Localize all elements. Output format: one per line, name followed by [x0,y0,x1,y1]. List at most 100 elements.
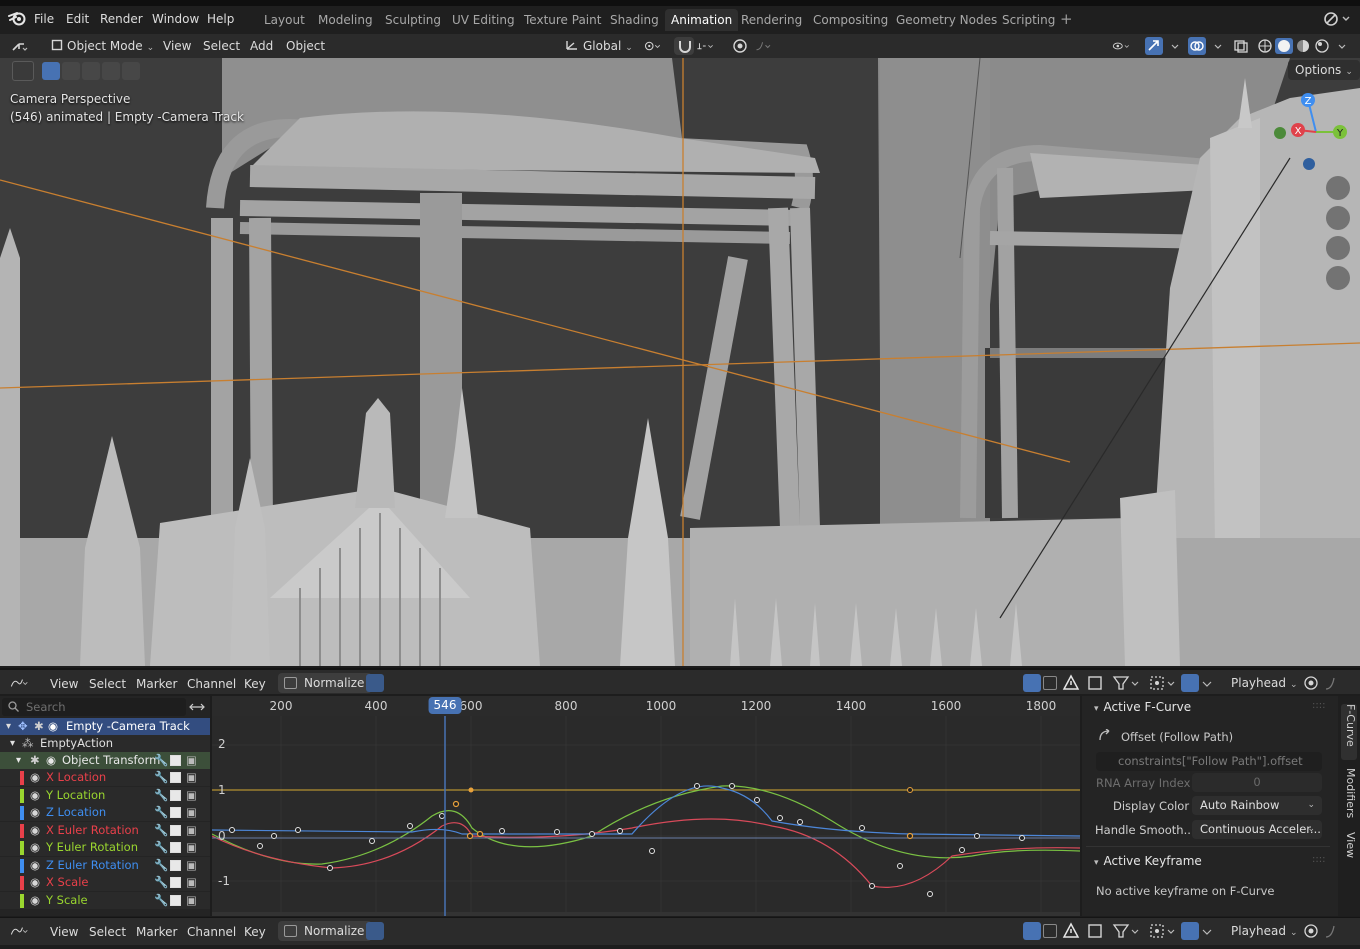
channel-group-row[interactable]: ▾ ✱ ◉ Object Transform 🔧 ▣ [0,752,210,769]
checkbox-icon[interactable] [170,824,181,836]
fcurve-canvas[interactable] [212,716,1080,916]
only-selected-icon[interactable] [1023,674,1041,692]
fcurve-channel-row[interactable]: ◉ X Scale 🔧 ▣ [0,874,210,891]
lock-icon[interactable]: ▣ [186,787,197,804]
graph2-menu-channel[interactable]: Channel [183,923,240,942]
pivot-icon[interactable] [1148,674,1176,692]
offset-keyframe[interactable] [468,787,474,793]
lock-icon[interactable]: ▣ [186,857,197,874]
shading-solid-icon[interactable] [1275,38,1293,54]
graph2-menu-key[interactable]: Key [240,923,270,942]
wrench-icon[interactable]: 🔧 [154,804,168,821]
auto-snap-dropdown-icon[interactable] [1200,674,1214,692]
current-frame-indicator[interactable]: 546 [428,697,462,714]
visibility-eye-icon[interactable] [1112,38,1130,54]
auto-snap-toggle[interactable] [1181,674,1199,692]
perspective-toggle-icon[interactable] [1326,266,1350,290]
gizmo-dropdown-icon[interactable] [1166,38,1184,54]
zoom-icon[interactable] [1326,176,1350,200]
offset-keyframe[interactable] [907,787,913,793]
tab-texture-paint[interactable]: Texture Paint [518,9,607,31]
select-subtract-icon[interactable] [82,62,100,80]
menu-render[interactable]: Render [100,12,143,26]
eye-icon[interactable]: ◉ [46,752,56,769]
eye-icon[interactable]: ◉ [30,892,40,909]
expand-arrow-icon[interactable]: ▾ [10,735,15,752]
graph2-menu-select[interactable]: Select [85,923,130,942]
tab-geometry-nodes[interactable]: Geometry Nodes [890,9,1003,31]
eye-icon[interactable]: ◉ [30,804,40,821]
tab-compositing[interactable]: Compositing [807,9,894,31]
checkbox-icon[interactable] [170,842,181,853]
panel-grip-icon[interactable]: :::: [1312,700,1325,711]
wrench-icon[interactable]: 🔧 [154,822,168,839]
checkbox-icon[interactable] [170,877,181,888]
eye-icon[interactable]: ◉ [30,769,40,786]
lock-icon[interactable]: ▣ [186,752,197,769]
lock-icon[interactable]: ▣ [186,769,197,786]
select-invert-icon[interactable] [102,62,120,80]
select-box-tool-icon[interactable] [12,61,34,81]
tab-animation[interactable]: Animation [665,9,739,31]
graph-menu-view[interactable]: View [46,675,82,694]
select-new-icon[interactable] [42,62,60,80]
expand-arrow-icon[interactable]: ▾ [6,718,11,735]
graph-menu-marker[interactable]: Marker [132,675,181,694]
wrench-icon[interactable]: 🔧 [154,769,168,786]
checkbox-icon[interactable] [170,789,181,801]
snap-target-icon[interactable] [696,38,714,54]
lock-icon[interactable]: ▣ [186,804,197,821]
shading-wireframe-icon[interactable] [1256,38,1274,54]
overlays-dropdown-icon[interactable] [1209,38,1227,54]
falloff-icon[interactable] [755,38,773,54]
auto-normalize-icon[interactable] [366,674,384,692]
lock-icon[interactable]: ▣ [186,839,197,856]
proportional-edit-graph-icon[interactable] [1302,922,1320,940]
graph-editor-type-icon[interactable] [10,922,28,940]
menu-help[interactable]: Help [207,12,234,26]
filter-icon[interactable] [1112,674,1140,692]
eye-icon[interactable]: ◉ [30,857,40,874]
tab-scripting[interactable]: Scripting [996,9,1061,31]
select-extend-icon[interactable] [62,62,80,80]
wrench-icon[interactable]: 🔧 [154,787,168,804]
blender-logo-icon[interactable] [8,10,26,26]
view-frame-icon[interactable] [1086,922,1104,940]
wrench-icon[interactable]: 🔧 [154,752,168,769]
viewport-menu-view[interactable]: View [158,37,196,56]
tab-shading[interactable]: Shading [604,9,665,31]
display-color-dropdown[interactable]: Auto Rainbow ⌄ [1192,796,1322,815]
eye-icon[interactable]: ◉ [48,718,58,735]
auto-normalize-icon[interactable] [366,922,384,940]
3d-viewport[interactable]: Options ⌄ Camera Perspective (546) animat… [0,58,1360,666]
graph-menu-select[interactable]: Select [85,675,130,694]
camera-view-icon[interactable] [1326,236,1350,260]
wrench-icon[interactable]: 🔧 [154,857,168,874]
tab-rendering[interactable]: Rendering [735,9,808,31]
keyframe-points[interactable] [229,783,1025,897]
viewport-menu-select[interactable]: Select [198,37,245,56]
tab-sculpting[interactable]: Sculpting [379,9,447,31]
wrench-icon[interactable]: 🔧 [154,874,168,891]
graph-editor-type-icon[interactable] [10,674,28,692]
graph-menu-key[interactable]: Key [240,675,270,694]
handle-smoothing-dropdown[interactable]: Continuous Acceler... ⌄ [1192,820,1322,839]
view-frame-icon[interactable] [1086,674,1104,692]
fcurve-channel-row[interactable]: ◉ Y Scale 🔧 ▣ [0,891,210,909]
lock-icon[interactable]: ▣ [186,822,197,839]
data-path-field[interactable]: constraints["Follow Path"].offset [1096,752,1322,771]
object-mode-dropdown[interactable]: Object Mode ⌄ [46,37,159,56]
graph2-menu-view[interactable]: View [46,923,82,942]
active-keyframe-panel-header[interactable]: ▾ Active Keyframe [1094,854,1202,868]
pivot-point-icon[interactable] [644,38,662,54]
select-intersect-icon[interactable] [122,62,140,80]
channel-search-input[interactable]: Search [2,698,186,716]
pivot-icon[interactable] [1148,922,1176,940]
gizmo-neg-z[interactable] [1303,158,1315,170]
tab-view[interactable]: View [1341,832,1357,864]
menu-file[interactable]: File [34,12,54,26]
wrench-icon[interactable]: 🔧 [154,892,168,909]
checkbox-icon[interactable] [170,807,181,818]
swap-arrows-icon[interactable] [189,700,205,714]
eye-icon[interactable]: ◉ [30,822,40,839]
